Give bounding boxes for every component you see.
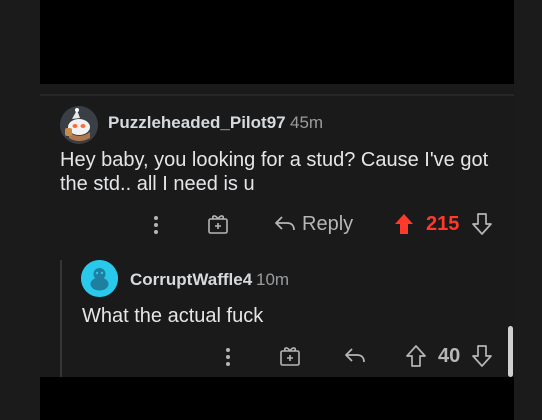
user-avatar[interactable] <box>81 260 118 297</box>
upvote-arrow-icon <box>395 214 413 234</box>
downvote-button[interactable] <box>470 343 494 369</box>
reply-arrow-button[interactable] <box>270 210 300 238</box>
snoo-avatar-icon <box>81 260 118 297</box>
downvote-button[interactable] <box>470 211 494 237</box>
downvote-arrow-icon <box>472 345 492 367</box>
more-options-button[interactable] <box>216 344 240 370</box>
comments-panel: Puzzleheaded_Pilot97 45m Hey baby, you l… <box>40 84 514 377</box>
scrollbar[interactable] <box>508 326 513 377</box>
award-icon <box>208 215 228 234</box>
bottom-blackout <box>40 377 514 420</box>
more-options-icon <box>226 348 230 366</box>
more-options-icon <box>154 216 158 234</box>
right-margin <box>514 0 542 420</box>
comment-timestamp: 45m <box>290 113 324 132</box>
vote-count: 215 <box>426 213 460 235</box>
comment-author[interactable]: Puzzleheaded_Pilot97 <box>108 113 286 133</box>
upvote-arrow-icon <box>406 345 426 367</box>
comment-author[interactable]: CorruptWaffle4 <box>130 270 252 290</box>
left-margin <box>0 0 40 420</box>
upvote-button[interactable] <box>404 343 428 369</box>
reply-arrow-icon <box>275 216 295 231</box>
upvote-button[interactable] <box>392 211 416 237</box>
comment-body-line: What the actual fuck <box>82 305 264 327</box>
award-button[interactable] <box>276 342 304 370</box>
reply-button[interactable]: Reply <box>302 213 353 236</box>
user-avatar[interactable] <box>60 106 98 144</box>
thread-line[interactable] <box>60 260 62 377</box>
reply-arrow-icon <box>345 348 365 363</box>
award-icon <box>280 347 300 366</box>
top-blackout <box>40 0 514 84</box>
more-options-button[interactable] <box>144 212 168 238</box>
award-button[interactable] <box>204 210 232 238</box>
vote-count: 40 <box>438 345 461 367</box>
comment-body-line: the std.. all I need is u <box>60 173 255 195</box>
comment-timestamp: 10m <box>256 270 290 289</box>
comment-body-line: Hey baby, you looking for a stud? Cause … <box>60 149 489 171</box>
reply-button[interactable] <box>340 342 370 370</box>
snoo-avatar-icon <box>60 106 98 144</box>
downvote-arrow-icon <box>472 213 492 235</box>
divider <box>40 94 514 96</box>
